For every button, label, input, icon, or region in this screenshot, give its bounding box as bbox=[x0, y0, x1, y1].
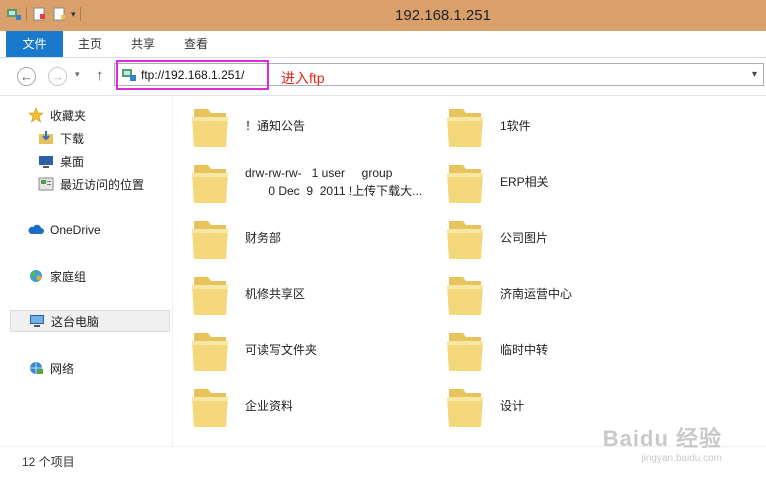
sidebar-item-network[interactable]: 网络 bbox=[28, 357, 74, 379]
folder-name: ERP相关 bbox=[500, 175, 549, 189]
tab-home[interactable]: 主页 bbox=[66, 31, 114, 57]
pane-divider[interactable] bbox=[172, 96, 173, 446]
folder-name: 企业资料 bbox=[245, 399, 294, 413]
sidebar-item-label: 家庭组 bbox=[50, 269, 87, 284]
folder-icon bbox=[192, 277, 228, 315]
sidebar-item-downloads[interactable]: 下载 bbox=[38, 127, 84, 149]
download-icon bbox=[39, 131, 53, 144]
folder-item[interactable]: 临时中转 bbox=[445, 326, 548, 374]
folder-item[interactable]: 济南运营中心 bbox=[445, 270, 572, 318]
folder-item[interactable]: ERP相关 bbox=[445, 158, 549, 206]
watermark: Baidu 经验 jingyan.baidu.com bbox=[603, 421, 722, 464]
folder-item[interactable]: 设计 bbox=[445, 382, 524, 430]
folder-item[interactable]: 公司图片 bbox=[445, 214, 548, 262]
folder-name: 机修共享区 bbox=[245, 287, 306, 301]
title-bar: ▾ 192.168.1.251 bbox=[0, 0, 766, 31]
item-count: 12 个项目 bbox=[22, 455, 75, 469]
sidebar-item-label: 最近访问的位置 bbox=[60, 177, 145, 192]
folder-icon bbox=[192, 389, 228, 427]
watermark-url: jingyan.baidu.com bbox=[641, 453, 722, 464]
folder-name: 可读写文件夹 bbox=[245, 343, 318, 357]
folder-item[interactable]: 机修共享区 bbox=[190, 270, 305, 318]
navigation-bar: ← → ▾ ↑ ftp://192.168.1.251/ 进入ftp ▾ bbox=[0, 58, 766, 96]
folder-icon bbox=[192, 165, 228, 203]
sidebar-item-label: 桌面 bbox=[60, 154, 85, 169]
folder-icon bbox=[447, 333, 483, 371]
sidebar-item-label: 网络 bbox=[50, 361, 75, 376]
folder-name: 1软件 bbox=[500, 119, 531, 133]
address-dropdown-icon[interactable]: ▾ bbox=[752, 69, 757, 80]
folder-name: ！通知公告 bbox=[245, 119, 306, 133]
tab-share[interactable]: 共享 bbox=[118, 31, 168, 57]
folder-item[interactable]: 可读写文件夹 bbox=[190, 326, 317, 374]
folder-item[interactable]: 企业资料 bbox=[190, 382, 293, 430]
folder-name: 济南运营中心 bbox=[500, 287, 573, 301]
folder-icon bbox=[192, 109, 228, 147]
desktop-icon bbox=[39, 156, 53, 168]
annotation-text: 进入ftp bbox=[281, 70, 325, 86]
folder-name: drw-rw-rw- 1 user group 0 Dec 9 2011 !上传… bbox=[245, 166, 423, 198]
computer-icon bbox=[30, 315, 44, 327]
sidebar-item-this-pc[interactable]: 这台电脑 bbox=[10, 310, 170, 332]
network-icon bbox=[30, 362, 43, 374]
navigation-pane: 收藏夹 下载 桌面 最近访问的位置 OneDrive 家庭组 这台电脑 网络 bbox=[0, 96, 172, 446]
folder-icon bbox=[447, 277, 483, 315]
folder-icon bbox=[447, 109, 483, 147]
window-title: 192.168.1.251 bbox=[395, 7, 491, 24]
folder-icon bbox=[192, 221, 228, 259]
ribbon-tabs: 文件 主页 共享 查看 bbox=[0, 31, 766, 58]
folder-icon bbox=[447, 165, 483, 203]
sidebar-item-label: 收藏夹 bbox=[50, 108, 87, 123]
back-button[interactable]: ← bbox=[17, 67, 36, 86]
folder-name: 临时中转 bbox=[500, 343, 549, 357]
up-arrow-icon[interactable]: ↑ bbox=[96, 67, 104, 84]
sidebar-item-label: 这台电脑 bbox=[51, 314, 100, 329]
sidebar-item-desktop[interactable]: 桌面 bbox=[38, 150, 84, 172]
folder-name: 财务部 bbox=[245, 231, 282, 245]
sidebar-item-homegroup[interactable]: 家庭组 bbox=[28, 265, 86, 287]
folder-item[interactable]: ！通知公告 bbox=[190, 102, 305, 150]
recent-places-icon bbox=[38, 177, 54, 191]
star-icon bbox=[28, 107, 44, 123]
folder-icon bbox=[447, 389, 483, 427]
forward-button[interactable]: → bbox=[48, 67, 67, 86]
folder-grid: ！通知公告 1软件 drw-rw-rw- 1 user group 0 Dec 9 … bbox=[190, 100, 750, 440]
forward-arrow-icon: → bbox=[51, 69, 64, 84]
folder-item[interactable]: drw-rw-rw- 1 user group 0 Dec 9 2011 !上传… bbox=[190, 158, 422, 206]
tab-view[interactable]: 查看 bbox=[171, 31, 221, 57]
homegroup-icon bbox=[30, 270, 42, 282]
folder-icon bbox=[447, 221, 483, 259]
recent-locations-dropdown-icon[interactable]: ▾ bbox=[75, 69, 80, 80]
sidebar-item-label: OneDrive bbox=[50, 223, 101, 237]
folder-item[interactable]: 财务部 bbox=[190, 214, 281, 262]
onedrive-cloud-icon bbox=[28, 224, 44, 234]
folder-icon bbox=[192, 333, 228, 371]
sidebar-item-favorites[interactable]: 收藏夹 bbox=[28, 104, 86, 126]
ftp-location-icon bbox=[122, 69, 136, 81]
address-value[interactable]: ftp://192.168.1.251/ bbox=[141, 68, 244, 82]
sidebar-item-recent-places[interactable]: 最近访问的位置 bbox=[38, 173, 144, 195]
folder-name: 公司图片 bbox=[500, 231, 549, 245]
back-arrow-icon: ← bbox=[20, 69, 33, 84]
tab-file[interactable]: 文件 bbox=[6, 31, 63, 57]
folder-name: 设计 bbox=[500, 399, 525, 413]
folder-item[interactable]: 1软件 bbox=[445, 102, 531, 150]
sidebar-item-label: 下载 bbox=[60, 131, 85, 146]
watermark-brand: Baidu 经验 bbox=[602, 426, 722, 451]
sidebar-item-onedrive[interactable]: OneDrive bbox=[28, 219, 101, 241]
